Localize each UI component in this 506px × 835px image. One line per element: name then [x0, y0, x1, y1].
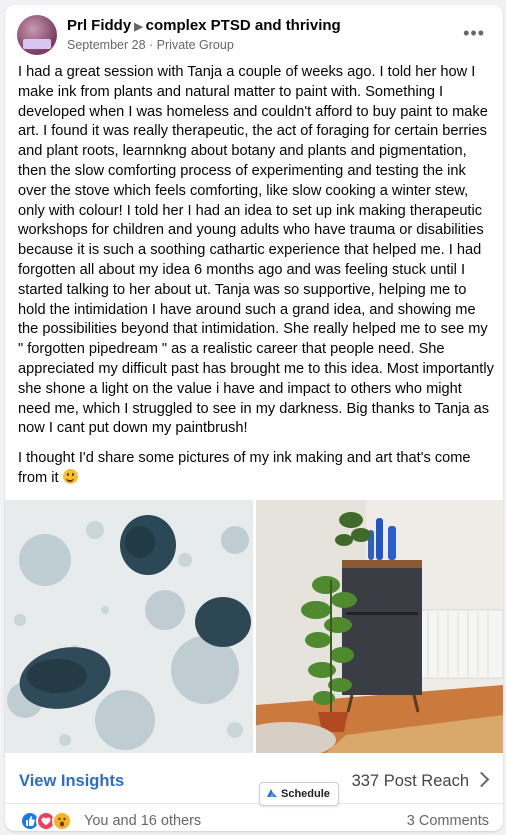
comments-count[interactable]: 3 Comments — [407, 813, 489, 829]
more-options-icon[interactable]: ••• — [463, 23, 485, 44]
avatar[interactable] — [17, 15, 57, 55]
post-paragraph-2: I thought I'd share some pictures of my … — [18, 450, 471, 486]
living-room-photo[interactable] — [256, 500, 503, 753]
author-name[interactable]: Prl Fiddy — [67, 17, 131, 34]
smiley-emoji-icon — [62, 468, 78, 484]
privacy-label: Private Group — [156, 38, 234, 52]
ink-blots-photo[interactable] — [5, 500, 253, 753]
post-card: Prl Fiddy ▶ complex PTSD and thriving Sept… — [5, 5, 503, 831]
meta-separator: · — [149, 38, 154, 52]
group-name[interactable]: complex PTSD and thriving — [146, 17, 341, 34]
post-meta: September 28 · Private Group — [67, 38, 234, 52]
chevron-right-icon[interactable] — [473, 771, 490, 788]
post-header: Prl Fiddy ▶ complex PTSD and thriving Sept… — [5, 5, 503, 59]
post-date[interactable]: September 28 — [67, 38, 146, 52]
post-reach[interactable]: 337 Post Reach — [352, 772, 469, 791]
post-author-line: Prl Fiddy ▶ complex PTSD and thriving — [67, 17, 341, 34]
schedule-button[interactable]: Schedule — [259, 782, 339, 806]
post-body: I had a great session with Tanja a coupl… — [18, 63, 496, 499]
photo-grid — [5, 500, 503, 753]
reactions-summary[interactable]: You and 16 others — [84, 813, 201, 829]
post-paragraph-1: I had a great session with Tanja a coupl… — [18, 64, 494, 437]
wow-reaction-icon — [52, 811, 72, 831]
insights-bar: View Insights 337 Post Reach — [5, 753, 503, 804]
view-insights-link[interactable]: View Insights — [19, 772, 124, 791]
right-triangle-icon: ▶ — [134, 21, 143, 33]
schedule-icon — [267, 789, 277, 797]
